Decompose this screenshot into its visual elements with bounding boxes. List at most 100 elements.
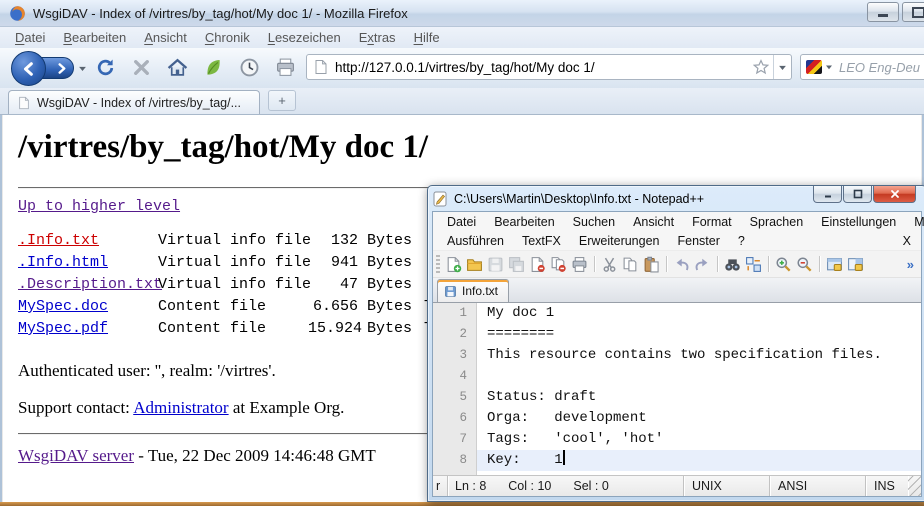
close-file-button[interactable]: [527, 254, 548, 275]
npp-menu-einstellungen[interactable]: Einstellungen: [812, 215, 905, 229]
npp-menu-makro[interactable]: Makro: [905, 215, 924, 229]
new-file-button[interactable]: [443, 254, 464, 275]
npp-menu-datei[interactable]: Datei: [438, 215, 485, 229]
status-selection: Sel : 0: [573, 479, 608, 493]
menu-bearbeiten[interactable]: Bearbeiten: [54, 28, 135, 47]
file-size-unit: Bytes: [367, 296, 412, 318]
toolbar-grip[interactable]: [436, 255, 440, 273]
menu-lesezeichen[interactable]: Lesezeichen: [259, 28, 350, 47]
bookmark-star-icon[interactable]: [753, 59, 769, 75]
npp-menu-textfx[interactable]: TextFX: [513, 234, 570, 248]
notepadpp-titlebar[interactable]: C:\Users\Martin\Desktop\Info.txt - Notep…: [432, 186, 922, 211]
npp-menu-ausfhren[interactable]: Ausführen: [438, 234, 513, 248]
zoom-in-button[interactable]: [773, 254, 794, 275]
editor-line[interactable]: 3This resource contains two specificatio…: [433, 345, 921, 366]
status-left-fragment: r: [433, 476, 448, 496]
editor-line[interactable]: 4: [433, 366, 921, 387]
firefox-titlebar[interactable]: WsgiDAV - Index of /virtres/by_tag/hot/M…: [0, 0, 924, 27]
url-bar[interactable]: http://127.0.0.1/virtres/by_tag/hot/My d…: [306, 54, 792, 80]
menu-datei[interactable]: Datei: [6, 28, 54, 47]
menu-hilfe[interactable]: Hilfe: [405, 28, 449, 47]
npp-menu-ansicht[interactable]: Ansicht: [624, 215, 683, 229]
close-document-x[interactable]: X: [903, 234, 911, 248]
toolbar-overflow-chevron[interactable]: »: [907, 257, 914, 272]
printer-button[interactable]: [274, 56, 296, 78]
history-dropdown-icon[interactable]: [78, 64, 87, 73]
line-number: 6: [433, 408, 477, 429]
file-link[interactable]: .Info.txt: [18, 230, 158, 252]
editor-line[interactable]: 1My doc 1: [433, 303, 921, 324]
doc-monitor-button[interactable]: [845, 254, 866, 275]
file-link[interactable]: MySpec.pdf: [18, 318, 158, 340]
npp-close-button[interactable]: [873, 186, 916, 203]
save-all-icon: [508, 256, 525, 273]
window-title: WsgiDAV - Index of /virtres/by_tag/hot/M…: [33, 6, 408, 21]
editor-line[interactable]: 5Status: draft: [433, 387, 921, 408]
page-title: /virtres/by_tag/hot/My doc 1/: [18, 127, 913, 167]
file-link[interactable]: .Description.txt: [18, 274, 158, 296]
wsgidav-server-link[interactable]: WsgiDAV server: [18, 446, 134, 465]
find-button[interactable]: [722, 254, 743, 275]
tab-info-txt[interactable]: Info.txt: [437, 279, 509, 302]
resize-grip[interactable]: [908, 476, 921, 496]
file-link[interactable]: MySpec.doc: [18, 296, 158, 318]
clock-button[interactable]: [238, 56, 260, 78]
leo-search-engine-icon[interactable]: [806, 60, 822, 74]
editor-line[interactable]: 2========: [433, 324, 921, 345]
save-button[interactable]: [485, 254, 506, 275]
paste-button[interactable]: [641, 254, 662, 275]
npp-menu-erweiterungen[interactable]: Erweiterungen: [570, 234, 669, 248]
tab-strip: WsgiDAV - Index of /virtres/by_tag/... +: [0, 88, 924, 115]
stop-button[interactable]: [130, 56, 152, 78]
leaf-button[interactable]: [202, 56, 224, 78]
home-button[interactable]: [166, 56, 188, 78]
close-all-button[interactable]: [548, 254, 569, 275]
open-file-button[interactable]: [464, 254, 485, 275]
file-size-unit: Bytes: [367, 274, 412, 296]
copy-button[interactable]: [620, 254, 641, 275]
npp-menu-sprachen[interactable]: Sprachen: [741, 215, 813, 229]
search-input[interactable]: LEO Eng-Deu: [839, 60, 920, 75]
up-to-higher-level-link[interactable]: Up to higher level: [18, 198, 180, 215]
zoom-out-button[interactable]: [794, 254, 815, 275]
npp-menu-fenster[interactable]: Fenster: [669, 234, 729, 248]
administrator-link[interactable]: Administrator: [133, 398, 228, 417]
search-box[interactable]: LEO Eng-Deu: [800, 54, 924, 80]
printer-icon: [275, 57, 296, 78]
menu-ansicht[interactable]: Ansicht: [135, 28, 196, 47]
replace-button[interactable]: [743, 254, 764, 275]
editor-line[interactable]: 7Tags: 'cool', 'hot': [433, 429, 921, 450]
npp-menu-format[interactable]: Format: [683, 215, 741, 229]
cut-button[interactable]: [599, 254, 620, 275]
maximize-button[interactable]: [902, 2, 924, 22]
text-editor[interactable]: 1My doc 12========3This resource contain…: [433, 303, 921, 475]
url-dropdown-icon[interactable]: [773, 55, 791, 79]
minimize-button[interactable]: [867, 2, 899, 22]
npp-menu-suchen[interactable]: Suchen: [564, 215, 624, 229]
menu-extras[interactable]: Extras: [350, 28, 405, 47]
notepadpp-title: C:\Users\Martin\Desktop\Info.txt - Notep…: [454, 192, 813, 206]
url-text[interactable]: http://127.0.0.1/virtres/by_tag/hot/My d…: [335, 60, 749, 75]
line-number: 8: [433, 450, 477, 471]
tab-wsgidav[interactable]: WsgiDAV - Index of /virtres/by_tag/...: [8, 90, 260, 114]
npp-statusbar: r Ln : 8 Col : 10 Sel : 0 UNIX ANSI INS: [433, 475, 921, 496]
editor-line[interactable]: 6Orga: development: [433, 408, 921, 429]
redo-button[interactable]: [692, 254, 713, 275]
search-dropdown-icon[interactable]: [825, 63, 833, 71]
file-link[interactable]: .Info.html: [18, 252, 158, 274]
new-tab-button[interactable]: +: [268, 90, 296, 111]
npp-menu-bearbeiten[interactable]: Bearbeiten: [485, 215, 563, 229]
back-button[interactable]: [11, 51, 46, 86]
npp-menu-[interactable]: ?: [729, 234, 754, 248]
save-all-button[interactable]: [506, 254, 527, 275]
file-type: Virtual info file: [158, 274, 308, 296]
clock-icon: [239, 57, 260, 78]
editor-line[interactable]: 8Key: 1: [433, 450, 921, 471]
print-button[interactable]: [569, 254, 590, 275]
npp-maximize-button[interactable]: [843, 186, 872, 203]
doc-switch-button[interactable]: [824, 254, 845, 275]
reload-button[interactable]: [94, 56, 116, 78]
undo-button[interactable]: [671, 254, 692, 275]
npp-minimize-button[interactable]: [813, 186, 842, 203]
menu-chronik[interactable]: Chronik: [196, 28, 259, 47]
